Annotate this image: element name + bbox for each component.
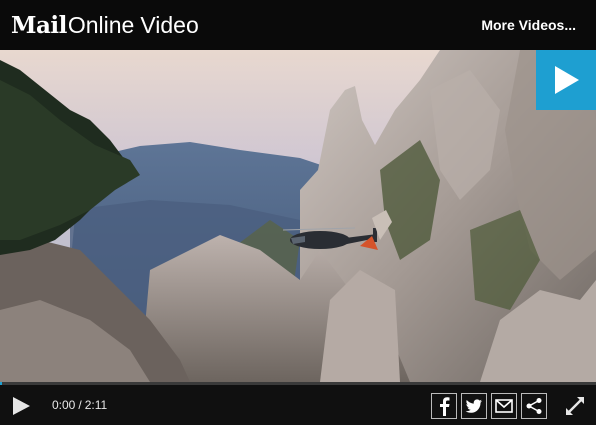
more-videos-link[interactable]: More Videos...	[481, 17, 576, 33]
video-player: Mail Online Video More Videos... 0:00 / …	[0, 0, 596, 425]
brand-video: Video	[140, 11, 199, 38]
control-bar: 0:00/2:11	[0, 382, 596, 425]
big-play-button[interactable]	[536, 50, 596, 110]
brand-online: Online	[67, 11, 135, 38]
share-button[interactable]	[521, 393, 547, 419]
duration: 2:11	[84, 398, 108, 412]
progress-bar[interactable]	[0, 382, 596, 385]
email-share-button[interactable]	[491, 393, 517, 419]
current-time: 0:00	[52, 398, 76, 412]
time-separator: /	[78, 398, 82, 412]
fullscreen-icon	[566, 397, 584, 415]
facebook-share-button[interactable]	[431, 393, 457, 419]
share-icon	[526, 398, 542, 414]
player-header: Mail Online Video More Videos...	[0, 0, 596, 50]
play-icon	[555, 66, 579, 94]
twitter-icon	[465, 399, 482, 413]
fullscreen-button[interactable]	[564, 395, 586, 417]
video-still	[0, 50, 596, 382]
twitter-share-button[interactable]	[461, 393, 487, 419]
time-display: 0:00/2:11	[52, 398, 107, 412]
mailonline-video-logo: Mail Online Video	[11, 12, 199, 39]
video-frame[interactable]	[0, 50, 596, 382]
play-icon	[13, 397, 30, 415]
email-icon	[495, 399, 513, 413]
progress-fill	[0, 382, 2, 385]
play-button[interactable]	[10, 395, 32, 417]
brand-mail: Mail	[11, 11, 67, 39]
facebook-icon	[440, 397, 450, 416]
